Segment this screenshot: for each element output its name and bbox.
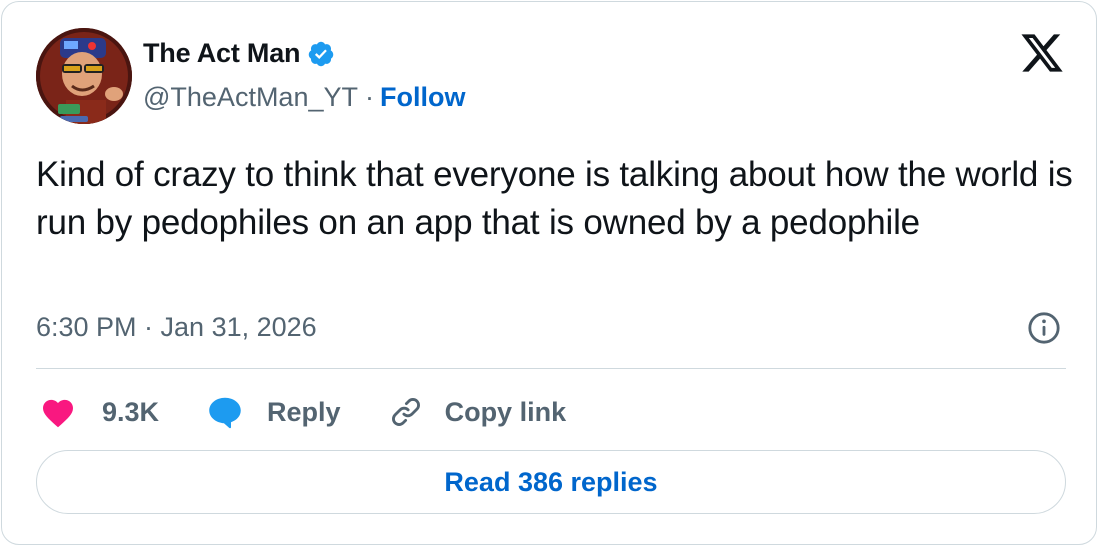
separator-dot: · <box>365 82 374 112</box>
divider <box>36 368 1066 369</box>
reply-button[interactable]: Reply <box>207 395 341 429</box>
x-logo-icon[interactable] <box>1019 32 1065 74</box>
copy-link-label: Copy link <box>444 396 567 427</box>
like-button[interactable]: 9.3K <box>40 395 159 429</box>
copy-link-button[interactable]: Copy link <box>389 395 567 429</box>
author-display-name[interactable]: The Act Man <box>143 38 301 69</box>
author-handle-row: @TheActMan_YT · Follow <box>143 82 465 113</box>
follow-button[interactable]: Follow <box>380 82 465 113</box>
heart-icon <box>43 399 73 428</box>
tweet-embed-card: The Act Man @TheActMan_YT · Follow Kind … <box>1 1 1097 545</box>
info-icon[interactable] <box>1027 311 1061 345</box>
read-replies-button[interactable]: Read 386 replies <box>36 450 1066 514</box>
tweet-timestamp[interactable]: 6:30 PM · Jan 31, 2026 <box>36 312 317 343</box>
avatar[interactable] <box>36 28 132 124</box>
author-handle[interactable]: @TheActMan_YT <box>143 82 358 113</box>
like-count: 9.3K <box>102 396 160 427</box>
verified-badge-icon <box>307 40 335 68</box>
read-replies-label: Read 386 replies <box>444 466 658 497</box>
tweet-text: Kind of crazy to think that everyone is … <box>36 155 1073 242</box>
reply-label: Reply <box>267 396 341 427</box>
author-name-row: The Act Man <box>143 38 335 69</box>
link-icon <box>391 398 420 426</box>
action-bar: 9.3K Reply Copy link <box>40 392 614 432</box>
reply-bubble-icon <box>209 397 241 429</box>
